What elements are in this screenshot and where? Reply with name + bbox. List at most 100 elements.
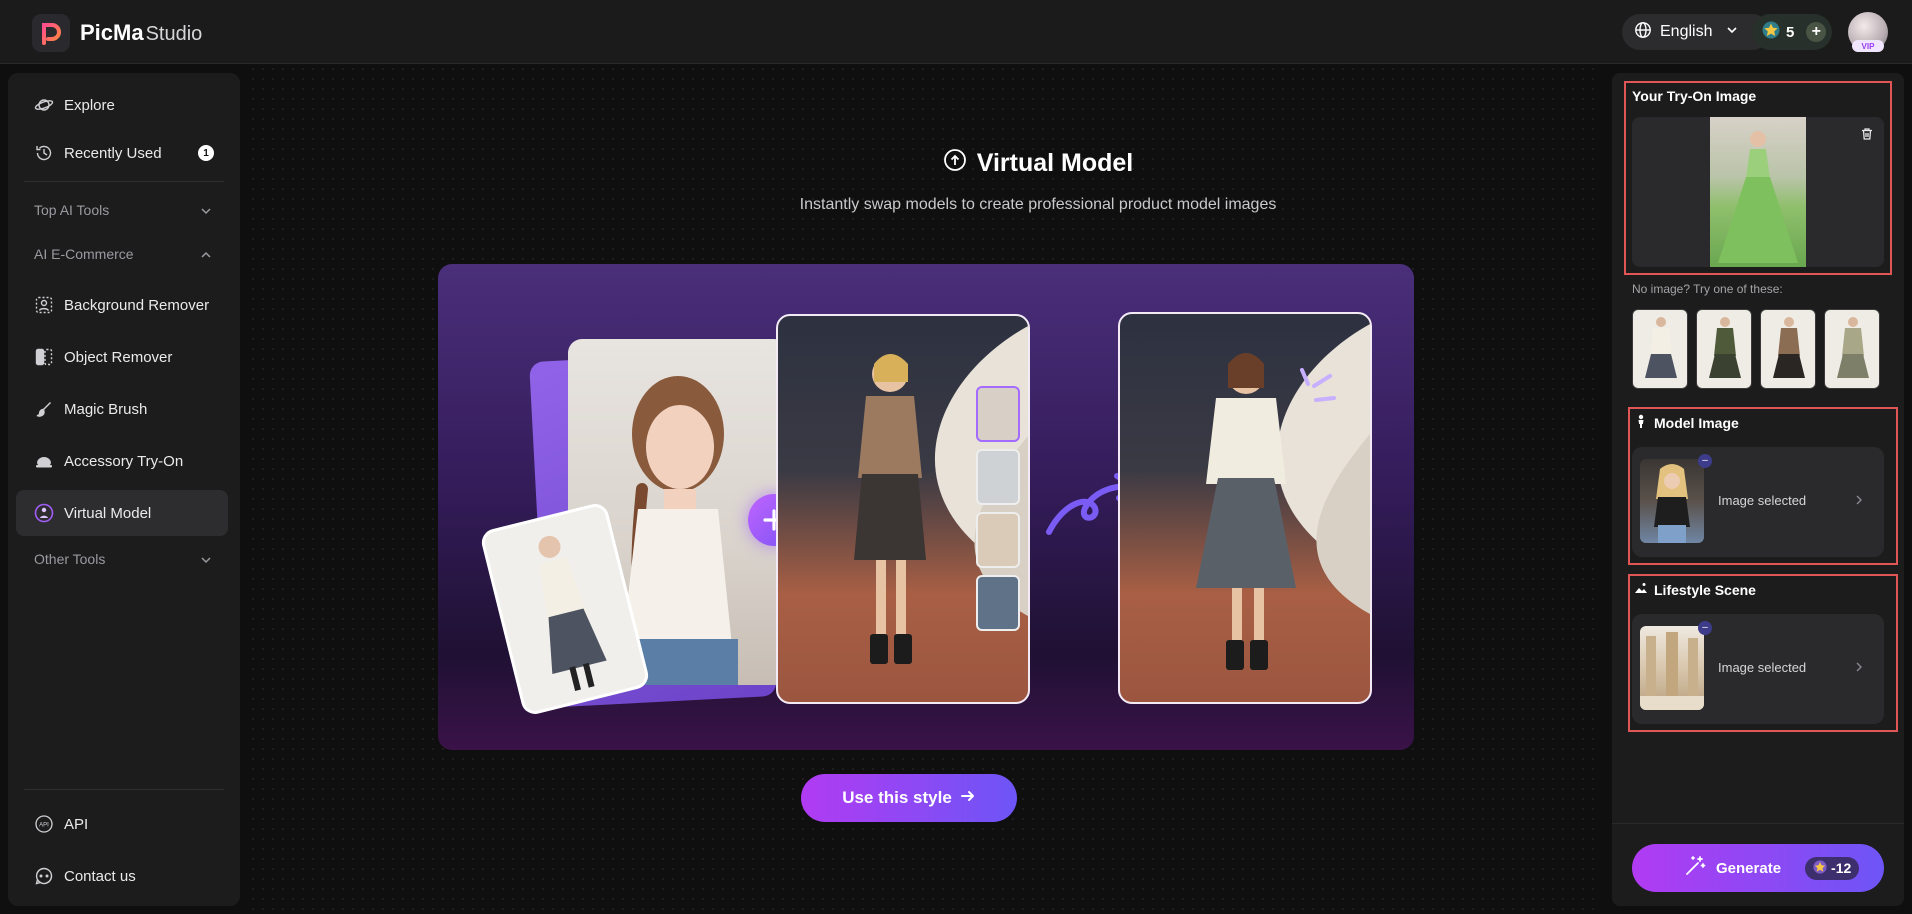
sidebar-item-label: API: [64, 815, 89, 833]
star-coin-icon: [1813, 859, 1827, 877]
chevron-down-icon: [200, 553, 212, 569]
remove-model-button[interactable]: –: [1698, 454, 1712, 468]
sidebar-item-label: Contact us: [64, 867, 136, 885]
hero-preview-image: [438, 264, 1414, 750]
sidebar-item-background-remover[interactable]: Background Remover: [16, 282, 228, 328]
sample-outfit-thumbnail[interactable]: [1632, 309, 1688, 389]
arrow-right-icon: [960, 788, 976, 809]
main-area: Virtual Model Instantly swap models to c…: [248, 64, 1600, 914]
settings-panel: Your Try-On Image No image? Try one of t…: [1612, 73, 1904, 906]
virtual-model-icon: [34, 503, 54, 523]
sidebar-item-label: Accessory Try-On: [64, 452, 184, 470]
model-option-thumbnail: [976, 386, 1020, 442]
generate-button[interactable]: Generate -12: [1632, 844, 1884, 892]
language-label: English: [1660, 23, 1713, 40]
person-frame-icon: [34, 295, 54, 315]
model-status: Image selected: [1718, 493, 1807, 508]
app-name-main: PicMa: [80, 20, 144, 45]
sidebar-section-other-tools[interactable]: Other Tools: [16, 541, 228, 577]
green-gown-illustration: [1718, 131, 1798, 263]
use-this-style-button[interactable]: Use this style: [801, 774, 1017, 822]
model-image-title-text: Model Image: [1654, 414, 1739, 431]
chevron-down-icon: [200, 204, 212, 220]
add-credits-button[interactable]: +: [1806, 22, 1827, 42]
model-image-thumbnail: [1640, 459, 1704, 543]
sidebar-section-ai-ecommerce[interactable]: AI E-Commerce: [16, 236, 228, 272]
sample-outfit-thumbnail[interactable]: [1824, 309, 1880, 389]
language-selector[interactable]: English: [1622, 14, 1770, 50]
model-image-selector[interactable]: – Image selected: [1632, 447, 1884, 557]
sidebar-item-magic-brush[interactable]: Magic Brush: [16, 386, 228, 432]
api-icon: API: [34, 814, 54, 834]
model-in-outfit-illustration: [854, 326, 1028, 664]
sidebar-item-explore[interactable]: Explore: [16, 82, 228, 128]
use-this-style-label: Use this style: [842, 788, 952, 807]
recent-count-badge: 1: [198, 145, 214, 161]
sample-outfit-thumbnail[interactable]: [1760, 309, 1816, 389]
divider: [24, 181, 224, 182]
model-option-thumbnail: [976, 575, 1020, 631]
model-image-title: Model Image: [1634, 414, 1739, 431]
history-icon: [34, 143, 54, 163]
page-subtitle: Instantly swap models to create professi…: [799, 196, 1277, 213]
sidebar-item-label: Background Remover: [64, 296, 210, 314]
lifestyle-scene-title-text: Lifestyle Scene: [1654, 581, 1756, 598]
chevron-up-icon: [200, 248, 212, 264]
app-name[interactable]: PicMa Studio: [80, 20, 202, 46]
picma-logo-icon[interactable]: [32, 14, 70, 52]
generate-cost: -12: [1805, 856, 1860, 880]
eraser-frame-icon: [34, 347, 54, 367]
divider: [24, 789, 224, 790]
sidebar-item-api[interactable]: API API: [16, 801, 228, 847]
remove-scene-button[interactable]: –: [1698, 621, 1712, 635]
page-title: Virtual Model: [828, 148, 1248, 179]
magic-wand-icon: [1684, 855, 1706, 881]
trash-icon[interactable]: [1860, 127, 1874, 146]
sidebar-item-accessory-try-on[interactable]: Accessory Try-On: [16, 438, 228, 484]
credits-balance[interactable]: 5 +: [1752, 14, 1832, 50]
sidebar-item-label: Recently Used: [64, 144, 162, 162]
generate-label: Generate: [1716, 859, 1782, 877]
chevron-right-icon: [1854, 493, 1864, 511]
generate-footer: Generate -12: [1612, 823, 1904, 906]
star-coin-icon: [1762, 21, 1780, 43]
credits-count: 5: [1786, 23, 1795, 41]
virtual-model-icon: [943, 148, 967, 179]
sidebar-item-label: Magic Brush: [64, 400, 148, 418]
page-title-text: Virtual Model: [976, 149, 1134, 177]
section-label: Other Tools: [34, 551, 106, 567]
model-option-thumbnail: [976, 512, 1020, 568]
svg-text:API: API: [39, 823, 49, 829]
sample-hint: No image? Try one of these:: [1632, 282, 1783, 296]
sidebar-section-top-ai-tools[interactable]: Top AI Tools: [16, 192, 228, 228]
section-label: AI E-Commerce: [34, 246, 134, 262]
sidebar-item-virtual-model[interactable]: Virtual Model: [16, 490, 228, 536]
brush-icon: [34, 399, 54, 419]
generate-cost-value: -12: [1831, 860, 1852, 876]
hat-icon: [34, 451, 54, 471]
top-bar: PicMa Studio English 5 + VIP: [0, 0, 1912, 64]
sidebar-item-recently-used[interactable]: Recently Used 1: [16, 130, 228, 176]
sidebar-item-label: Explore: [64, 96, 115, 114]
sidebar-item-label: Object Remover: [64, 348, 173, 366]
chat-icon: [34, 866, 54, 886]
lifestyle-scene-selector[interactable]: – Image selected: [1632, 614, 1884, 724]
tryon-image-upload[interactable]: [1632, 117, 1884, 267]
planet-icon: [34, 95, 54, 115]
tryon-title: Your Try-On Image: [1632, 88, 1757, 104]
sample-outfit-thumbnail[interactable]: [1696, 309, 1752, 389]
sidebar-item-object-remover[interactable]: Object Remover: [16, 334, 228, 380]
sidebar: Explore Recently Used 1 Top AI Tools AI …: [8, 73, 240, 906]
model-swap-photo: [776, 314, 1030, 704]
model-option-thumbnail: [976, 449, 1020, 505]
person-icon: [1634, 414, 1648, 431]
tryon-image-preview: [1710, 117, 1806, 267]
chevron-right-icon: [1854, 660, 1864, 678]
sidebar-item-contact[interactable]: Contact us: [16, 853, 228, 899]
section-label: Top AI Tools: [34, 202, 110, 218]
scene-status: Image selected: [1718, 660, 1807, 675]
scene-image-thumbnail: [1640, 626, 1704, 710]
sidebar-item-label: Virtual Model: [64, 504, 152, 522]
lifestyle-scene-title: Lifestyle Scene: [1634, 581, 1756, 598]
vip-badge: VIP: [1852, 40, 1884, 52]
